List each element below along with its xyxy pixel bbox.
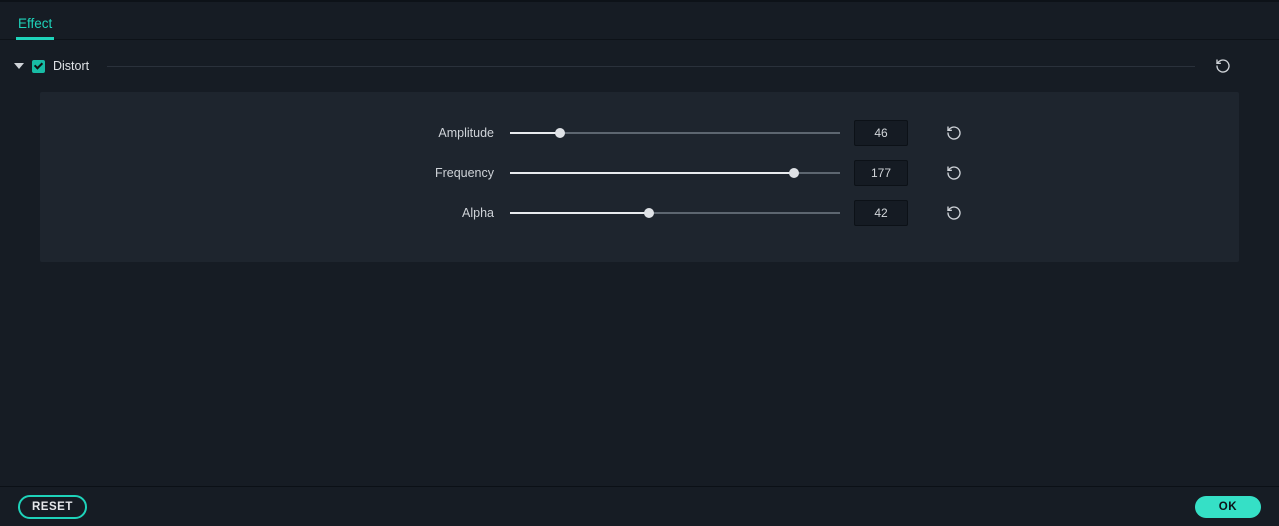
footer: RESET OK bbox=[0, 486, 1279, 526]
section-title: Distort bbox=[53, 59, 89, 73]
slider-thumb[interactable] bbox=[644, 208, 654, 218]
amplitude-input[interactable] bbox=[854, 120, 908, 146]
param-label: Alpha bbox=[40, 206, 510, 220]
param-row-alpha: Alpha bbox=[40, 200, 1239, 226]
ok-button[interactable]: OK bbox=[1195, 496, 1261, 518]
slider-thumb[interactable] bbox=[789, 168, 799, 178]
slider-thumb[interactable] bbox=[555, 128, 565, 138]
frequency-input[interactable] bbox=[854, 160, 908, 186]
divider bbox=[107, 66, 1195, 67]
reset-alpha-icon[interactable] bbox=[942, 201, 966, 225]
param-row-amplitude: Amplitude bbox=[40, 120, 1239, 146]
param-label: Frequency bbox=[40, 166, 510, 180]
amplitude-slider[interactable] bbox=[510, 132, 840, 134]
distort-panel: Amplitude Frequency bbox=[40, 92, 1239, 262]
reset-frequency-icon[interactable] bbox=[942, 161, 966, 185]
reset-section-icon[interactable] bbox=[1211, 54, 1235, 78]
alpha-slider[interactable] bbox=[510, 212, 840, 214]
section-checkbox[interactable] bbox=[32, 60, 45, 73]
section-header: Distort bbox=[0, 42, 1279, 86]
collapse-arrow-icon[interactable] bbox=[14, 63, 24, 69]
reset-button[interactable]: RESET bbox=[18, 495, 87, 519]
param-row-frequency: Frequency bbox=[40, 160, 1239, 186]
tab-bar: Effect bbox=[0, 2, 1279, 40]
param-label: Amplitude bbox=[40, 126, 510, 140]
reset-amplitude-icon[interactable] bbox=[942, 121, 966, 145]
alpha-input[interactable] bbox=[854, 200, 908, 226]
tab-effect[interactable]: Effect bbox=[16, 8, 54, 40]
frequency-slider[interactable] bbox=[510, 172, 840, 174]
